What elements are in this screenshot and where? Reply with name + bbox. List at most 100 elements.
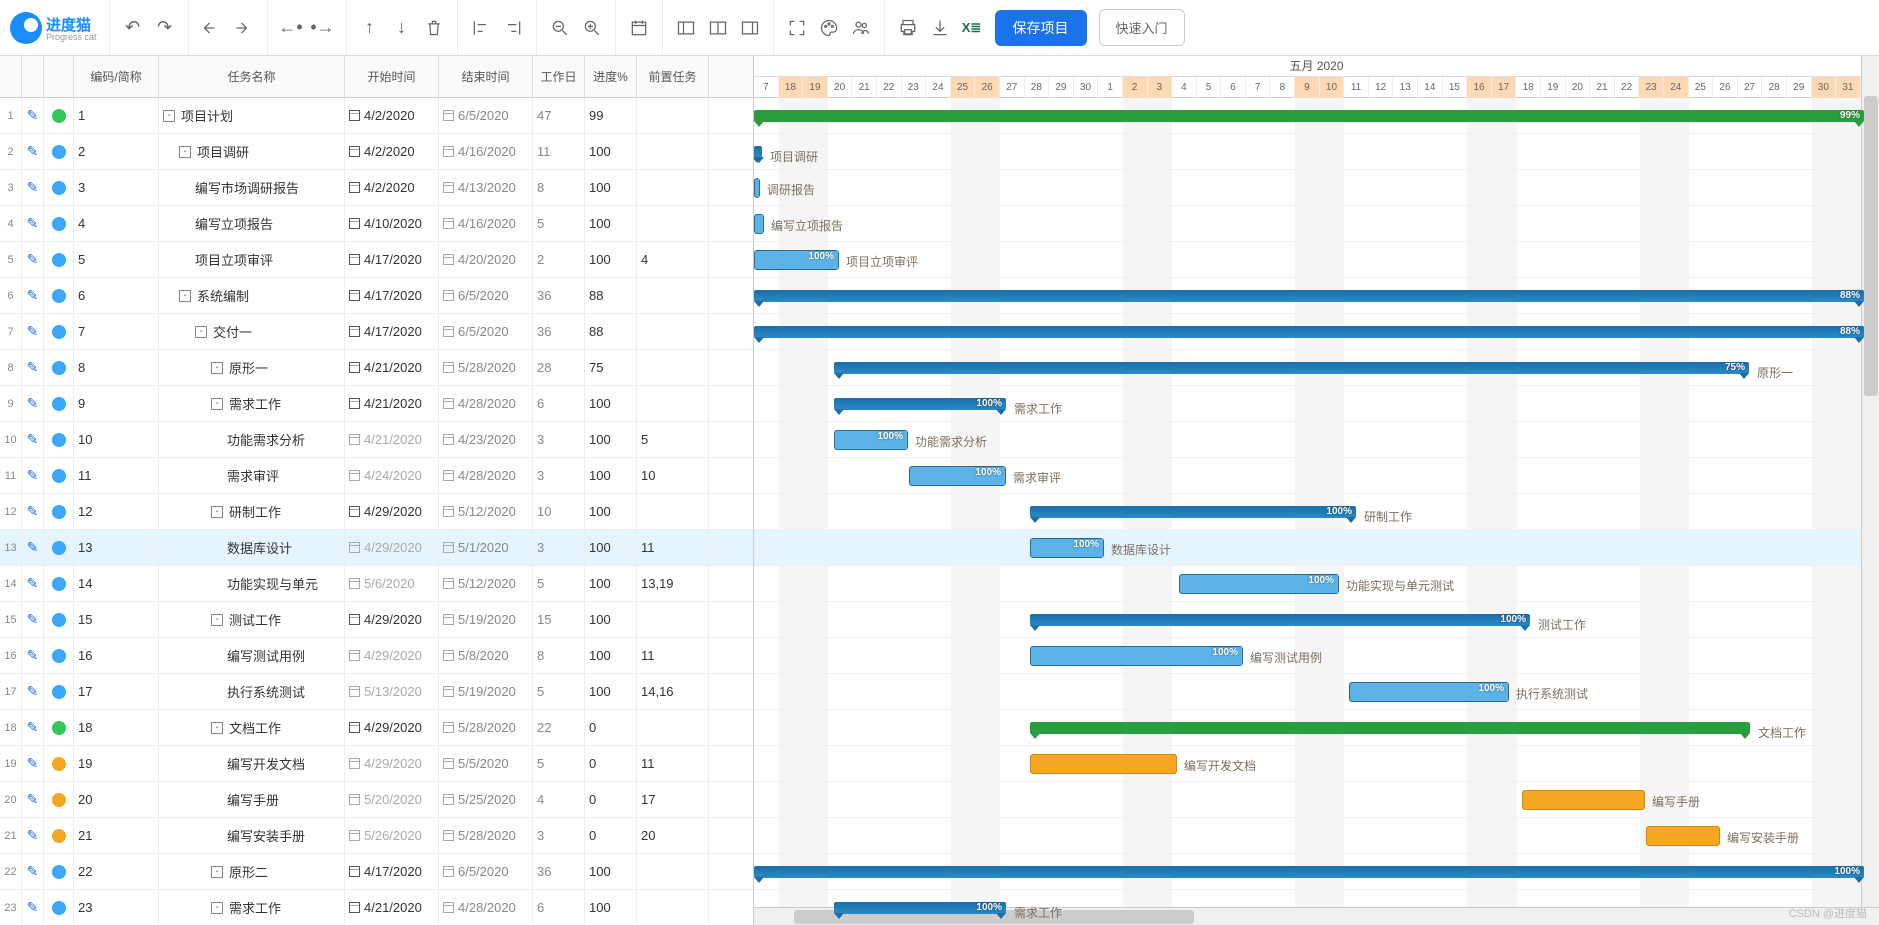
name-cell[interactable]: -系统编制 — [159, 278, 345, 313]
table-row[interactable]: 16✎16编写测试用例4/29/20205/8/2020810011 — [0, 638, 753, 674]
predecessor-cell[interactable] — [637, 206, 709, 241]
pencil-icon[interactable]: ✎ — [27, 575, 39, 592]
progress-cell[interactable]: 100 — [585, 422, 637, 457]
code-cell[interactable]: 13 — [74, 530, 159, 565]
gantt-bar[interactable]: 100%功能需求分析 — [834, 430, 908, 450]
col-name[interactable]: 任务名称 — [159, 56, 345, 97]
delete-icon[interactable] — [423, 17, 445, 39]
pencil-icon[interactable]: ✎ — [27, 431, 39, 448]
name-cell[interactable]: 执行系统测试 — [159, 674, 345, 709]
end-cell[interactable]: 5/1/2020 — [439, 530, 533, 565]
code-cell[interactable]: 17 — [74, 674, 159, 709]
table-row[interactable]: 21✎21编写安装手册5/26/20205/28/20203020 — [0, 818, 753, 854]
predecessor-cell[interactable]: 4 — [637, 242, 709, 277]
table-row[interactable]: 14✎14功能实现与单元5/6/20205/12/2020510013,19 — [0, 566, 753, 602]
end-cell[interactable]: 5/19/2020 — [439, 674, 533, 709]
name-cell[interactable]: -项目调研 — [159, 134, 345, 169]
expand-icon[interactable]: - — [163, 110, 175, 122]
start-cell[interactable]: 4/21/2020 — [345, 350, 439, 385]
gantt-bar[interactable]: 88% — [754, 326, 1864, 338]
gantt-bar[interactable]: 编写安装手册 — [1646, 826, 1720, 846]
align-start-icon[interactable] — [470, 17, 492, 39]
pencil-icon[interactable]: ✎ — [27, 827, 39, 844]
progress-cell[interactable]: 100 — [585, 854, 637, 889]
progress-cell[interactable]: 100 — [585, 206, 637, 241]
end-cell[interactable]: 5/28/2020 — [439, 350, 533, 385]
code-cell[interactable]: 4 — [74, 206, 159, 241]
end-cell[interactable]: 5/19/2020 — [439, 602, 533, 637]
gantt-bar[interactable]: 文档工作 — [1030, 722, 1750, 734]
end-cell[interactable]: 4/28/2020 — [439, 386, 533, 421]
edit-cell[interactable]: ✎ — [22, 98, 44, 133]
table-row[interactable]: 10✎10功能需求分析4/21/20204/23/202031005 — [0, 422, 753, 458]
gantt-bar[interactable]: 100%研制工作 — [1030, 506, 1356, 518]
end-cell[interactable]: 4/16/2020 — [439, 134, 533, 169]
code-cell[interactable]: 19 — [74, 746, 159, 781]
expand-icon[interactable]: - — [179, 290, 191, 302]
save-project-button[interactable]: 保存项目 — [995, 10, 1087, 46]
align-end-icon[interactable] — [502, 17, 524, 39]
pencil-icon[interactable]: ✎ — [27, 359, 39, 376]
expand-icon[interactable]: - — [211, 398, 223, 410]
pencil-icon[interactable]: ✎ — [27, 791, 39, 808]
end-cell[interactable]: 6/5/2020 — [439, 98, 533, 133]
gantt-bar[interactable]: 100%测试工作 — [1030, 614, 1530, 626]
start-cell[interactable]: 4/29/2020 — [345, 530, 439, 565]
end-cell[interactable]: 5/28/2020 — [439, 818, 533, 853]
progress-cell[interactable]: 0 — [585, 746, 637, 781]
start-cell[interactable]: 4/17/2020 — [345, 278, 439, 313]
gantt-bar[interactable]: 100%执行系统测试 — [1349, 682, 1509, 702]
end-cell[interactable]: 4/16/2020 — [439, 206, 533, 241]
code-cell[interactable]: 23 — [74, 890, 159, 925]
progress-cell[interactable]: 100 — [585, 602, 637, 637]
predecessor-cell[interactable] — [637, 602, 709, 637]
col-days[interactable]: 工作日 — [533, 56, 585, 97]
indent-icon[interactable] — [233, 17, 255, 39]
start-cell[interactable]: 4/24/2020 — [345, 458, 439, 493]
code-cell[interactable]: 2 — [74, 134, 159, 169]
progress-cell[interactable]: 100 — [585, 494, 637, 529]
predecessor-cell[interactable] — [637, 494, 709, 529]
print-icon[interactable] — [897, 17, 919, 39]
name-cell[interactable]: 功能需求分析 — [159, 422, 345, 457]
edit-cell[interactable]: ✎ — [22, 206, 44, 241]
pencil-icon[interactable]: ✎ — [27, 395, 39, 412]
table-row[interactable]: 11✎11需求审评4/24/20204/28/2020310010 — [0, 458, 753, 494]
table-row[interactable]: 23✎23-需求工作4/21/20204/28/20206100 — [0, 890, 753, 925]
gantt-bar[interactable]: 100%需求工作 — [834, 902, 1006, 914]
panel-left-icon[interactable] — [675, 17, 697, 39]
gantt-bar[interactable]: 项目调研 — [754, 146, 762, 158]
table-row[interactable]: 3✎3编写市场调研报告4/2/20204/13/20208100 — [0, 170, 753, 206]
predecessor-cell[interactable] — [637, 98, 709, 133]
name-cell[interactable]: -交付一 — [159, 314, 345, 349]
edit-cell[interactable]: ✎ — [22, 314, 44, 349]
edit-cell[interactable]: ✎ — [22, 422, 44, 457]
predecessor-cell[interactable] — [637, 890, 709, 925]
start-cell[interactable]: 4/29/2020 — [345, 494, 439, 529]
move-right-icon[interactable]: •→ — [312, 17, 334, 39]
progress-cell[interactable]: 100 — [585, 566, 637, 601]
today-icon[interactable] — [628, 17, 650, 39]
code-cell[interactable]: 10 — [74, 422, 159, 457]
end-cell[interactable]: 4/28/2020 — [439, 458, 533, 493]
outdent-icon[interactable] — [201, 17, 223, 39]
name-cell[interactable]: -文档工作 — [159, 710, 345, 745]
pencil-icon[interactable]: ✎ — [27, 323, 39, 340]
pencil-icon[interactable]: ✎ — [27, 719, 39, 736]
predecessor-cell[interactable]: 11 — [637, 530, 709, 565]
code-cell[interactable]: 21 — [74, 818, 159, 853]
progress-cell[interactable]: 100 — [585, 242, 637, 277]
table-row[interactable]: 7✎7-交付一4/17/20206/5/20203688 — [0, 314, 753, 350]
gantt-bar[interactable]: 100%项目立项审评 — [754, 250, 839, 270]
gantt-bar[interactable]: 100%需求工作 — [834, 398, 1006, 410]
edit-cell[interactable]: ✎ — [22, 530, 44, 565]
pencil-icon[interactable]: ✎ — [27, 755, 39, 772]
gantt-bar[interactable]: 编写手册 — [1522, 790, 1645, 810]
predecessor-cell[interactable]: 13,19 — [637, 566, 709, 601]
pencil-icon[interactable]: ✎ — [27, 179, 39, 196]
table-row[interactable]: 19✎19编写开发文档4/29/20205/5/20205011 — [0, 746, 753, 782]
edit-cell[interactable]: ✎ — [22, 602, 44, 637]
move-down-icon[interactable]: ↓ — [391, 17, 413, 39]
end-cell[interactable]: 6/5/2020 — [439, 278, 533, 313]
name-cell[interactable]: 编写测试用例 — [159, 638, 345, 673]
